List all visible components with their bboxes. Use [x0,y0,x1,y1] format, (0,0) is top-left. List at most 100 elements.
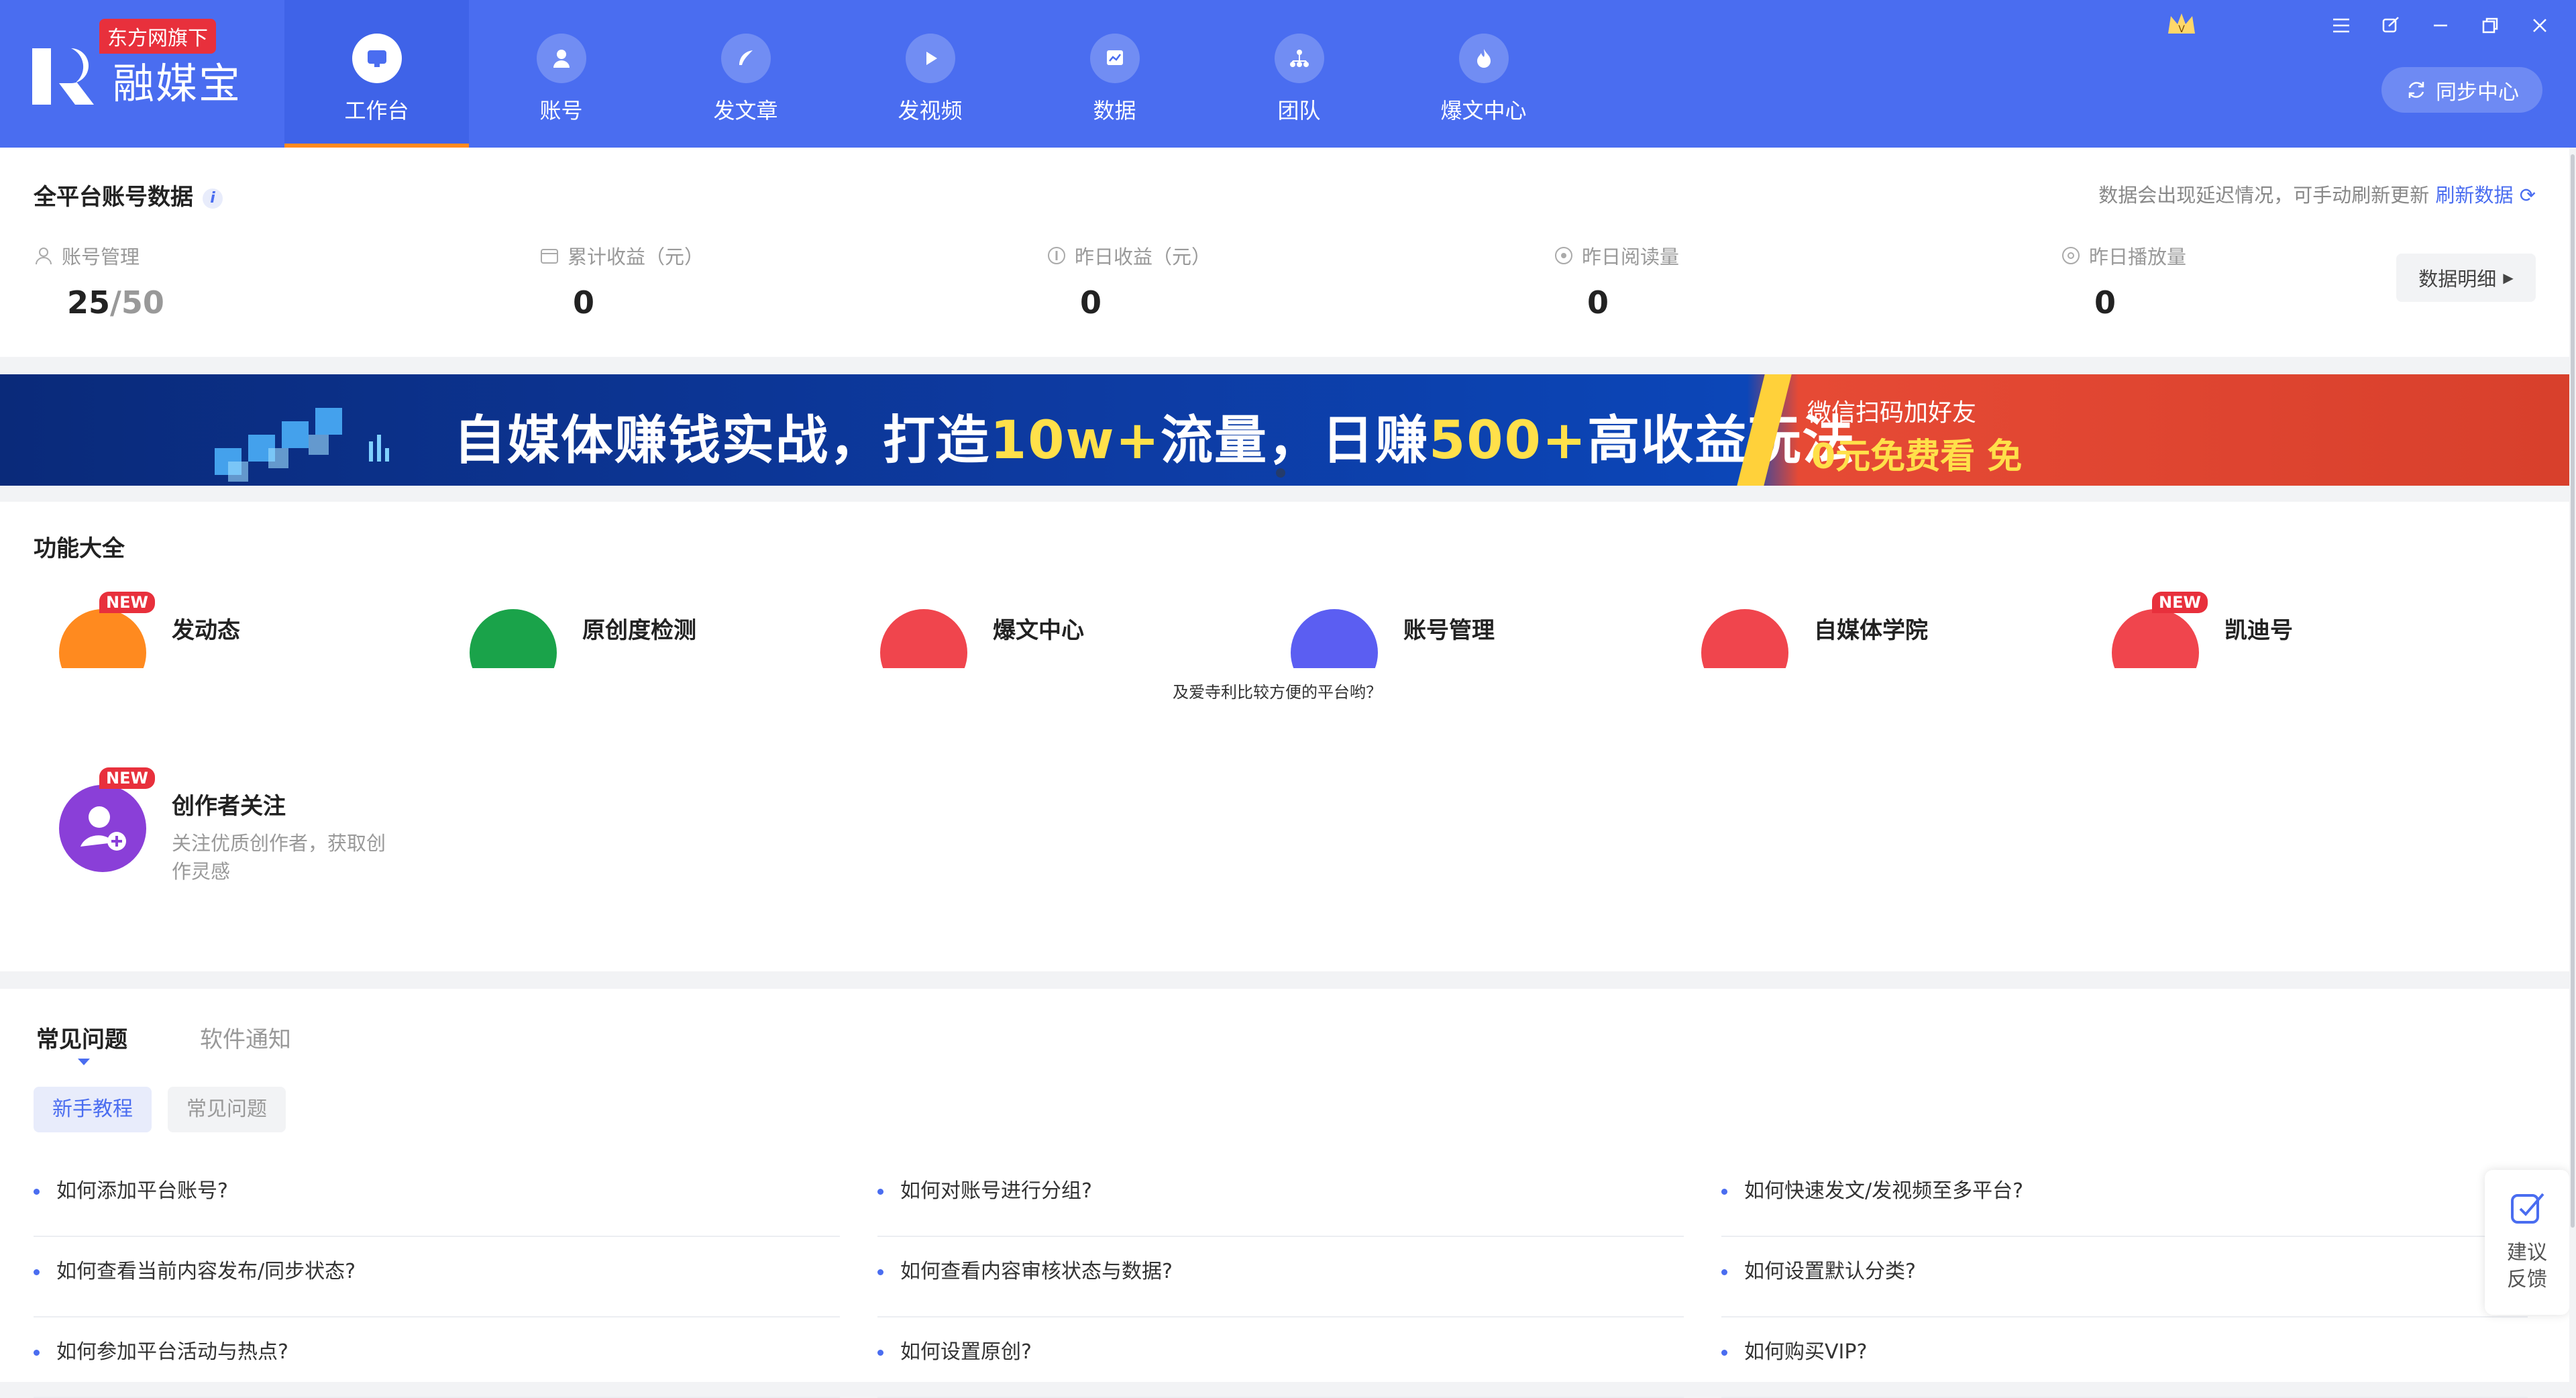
faq-item[interactable]: 如何设置默认分类? [1721,1237,2528,1318]
cubes-graphic [215,408,389,482]
overview-title-text: 全平台账号数据 [34,184,193,211]
nav-label: 爆文中心 [1440,98,1527,123]
feature-creator-follow[interactable]: NEW 创作者关注 关注优质创作者，获取创作灵感 [59,767,435,919]
feature-name: 自媒体学院 [1814,617,1928,644]
faq-item[interactable]: 如何快速发文/发视频至多平台? [1721,1157,2528,1237]
faq-item[interactable]: 如何对账号进行分组? [877,1157,1684,1237]
app-badge: 东方网旗下 [99,19,216,54]
chart-icon [1089,34,1140,83]
feature-name: 凯迪号 [2224,617,2293,644]
add-user-icon [59,785,146,872]
nav-item-account[interactable]: 账号 [469,0,653,148]
stat-label: 昨日收益（元） [1075,246,1212,268]
feedback-button[interactable]: 建议 反馈 [2485,1170,2569,1315]
new-badge: NEW [2152,592,2208,613]
pill-beginner-tutorial[interactable]: 新手教程 [34,1087,152,1132]
stat-value: 25 [67,284,111,321]
new-badge: NEW [99,592,155,613]
banner-highlight: 10w+ [990,411,1161,471]
monitor-icon [352,34,402,83]
nav-item-data[interactable]: 数据 [1022,0,1207,148]
eye-icon [1555,247,1572,264]
main-nav: 工作台 账号 发文章 发视频 数据 团队 爆文中心 [284,0,1576,148]
feature-name: 原创度检测 [582,617,696,644]
user-icon [36,248,52,265]
nav-item-viral[interactable]: 爆文中心 [1391,0,1576,148]
stat-value: 0 [1587,284,1609,321]
stat-label: 昨日阅读量 [1582,246,1680,268]
banner-highlight: 500+ [1429,411,1588,471]
faq-item[interactable]: 如何参加平台活动与热点? [34,1318,840,1398]
team-icon [1274,34,1324,83]
svg-text:V: V [2178,24,2185,35]
feature-name: 创作者关注 [172,793,286,820]
scrollbar[interactable] [2569,148,2576,1382]
feather-icon [720,34,771,83]
faq-item[interactable]: 如何添加平台账号? [34,1157,840,1237]
close-icon[interactable] [2524,12,2556,39]
window-controls [2325,12,2556,39]
coin-icon [1048,247,1065,264]
stat-value: 0 [1080,284,1102,321]
nav-label: 数据 [1093,98,1136,123]
help-filters: 新手教程 常见问题 [34,1087,286,1132]
banner-text: 自媒体赚钱实战，打造 [453,411,991,471]
overview-panel: 全平台账号数据 i 数据会出现延迟情况，可手动刷新更新 刷新数据 ⟳ 账号管理 2… [0,148,2569,357]
tab-faq[interactable]: 常见问题 [36,1021,127,1065]
faq-item[interactable]: 如何查看内容审核状态与数据? [877,1237,1684,1318]
banner-wechat-text: 微信扫码加好友 [1807,399,1977,427]
new-badge: NEW [99,767,155,789]
feature-desc: 关注优质创作者，获取创作灵感 [172,832,386,883]
stat-accounts[interactable]: 账号管理 25/50 [34,241,436,321]
nav-label: 账号 [539,98,583,123]
refresh-icon[interactable]: ⟳ [2520,184,2536,207]
feature-name: 账号管理 [1403,617,1495,644]
stat-total-income: 累计收益（元） 0 [539,241,942,321]
refresh-icon [2408,82,2424,98]
nav-item-article[interactable]: 发文章 [653,0,838,148]
user-icon [536,34,586,83]
faq-item[interactable]: 如何查看当前内容发布/同步状态? [34,1237,840,1318]
app-name: 融媒宝 [113,59,242,108]
stat-total: /50 [110,284,164,321]
pill-common-questions[interactable]: 常见问题 [168,1087,286,1132]
stat-yesterday-reads: 昨日阅读量 0 [1554,241,1956,321]
sync-label: 同步中心 [2436,80,2519,105]
scrollbar-thumb[interactable] [2571,154,2575,1228]
sync-center-button[interactable]: 同步中心 [2381,67,2542,113]
nav-label: 发文章 [713,98,778,123]
nav-item-team[interactable]: 团队 [1207,0,1391,148]
play-icon [905,34,955,83]
stat-label: 昨日播放量 [2089,246,2187,268]
nav-item-workbench[interactable]: 工作台 [284,0,469,148]
data-detail-button[interactable]: 数据明细 ▶ [2396,254,2536,302]
caret-right-icon: ▶ [2503,270,2514,286]
edit-icon[interactable] [2375,12,2407,39]
overview-title: 全平台账号数据 i [34,178,223,211]
promo-banner[interactable]: 自媒体赚钱实战，打造10w+流量，日赚500+高收益玩法 微信扫码加好友 0元免… [0,374,2569,486]
loading-toast: 及爱寺利比较方便的平台哟？ [1173,683,1382,702]
app-logo: 东方网旗下 融媒宝 [30,19,258,113]
restore-icon[interactable] [2474,12,2506,39]
vip-crown-icon[interactable]: V [2165,9,2198,39]
stat-value: 0 [573,284,595,321]
info-icon[interactable]: i [203,188,223,209]
menu-icon[interactable] [2325,12,2357,39]
faq-item[interactable]: 如何设置原创? [877,1318,1684,1398]
top-bar: 东方网旗下 融媒宝 工作台 账号 发文章 发视频 数据 团队 爆文中心 V 同步… [0,0,2576,148]
nav-item-video[interactable]: 发视频 [838,0,1022,148]
flame-icon [1458,34,1509,83]
refresh-data-link[interactable]: 刷新数据 [2435,184,2513,207]
banner-headline: 自媒体赚钱实战，打造10w+流量，日赚500+高收益玩法 [453,398,1856,474]
nav-label: 工作台 [344,98,409,123]
stat-label: 账号管理 [62,246,140,268]
banner-free-text: 0元免费看 免 [1811,437,2023,477]
wallet-icon [541,249,558,264]
refresh-hint-text: 数据会出现延迟情况，可手动刷新更新 [2098,184,2430,207]
feedback-label-1: 建议 [2507,1241,2547,1265]
carousel-dot[interactable] [1276,468,1285,478]
nav-label: 团队 [1277,98,1321,123]
faq-item[interactable]: 如何购买VIP? [1721,1318,2528,1398]
minimize-icon[interactable] [2424,12,2457,39]
tab-notifications[interactable]: 软件通知 [200,1021,291,1054]
